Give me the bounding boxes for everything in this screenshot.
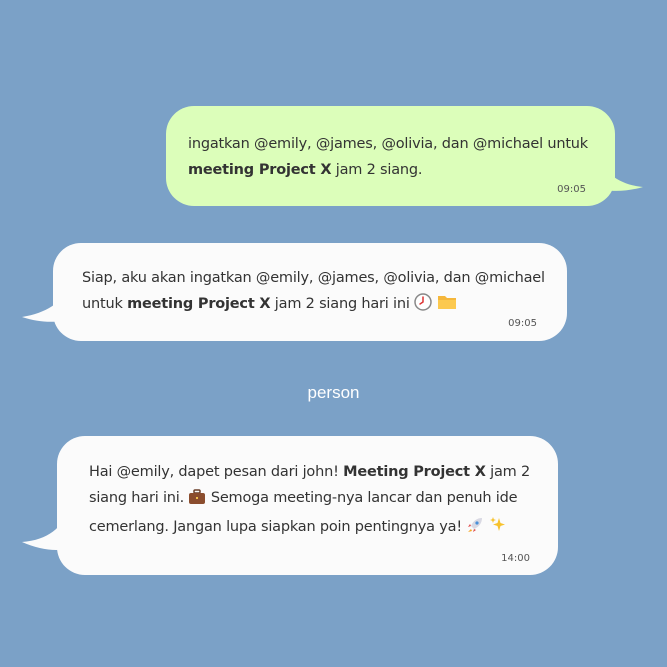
outgoing-message-bubble[interactable]: ingatkan @emily, @james, @olivia, dan @m…: [166, 106, 615, 206]
incoming-message-bubble[interactable]: Hai @emily, dapet pesan dari john! Meeti…: [57, 436, 558, 575]
briefcase-icon: [188, 488, 206, 514]
message-text: Hai @emily, dapet pesan dari john! Meeti…: [89, 459, 538, 543]
clock-icon: [414, 293, 432, 320]
message-timestamp: 09:05: [508, 318, 537, 329]
incoming-message-bubble[interactable]: Siap, aku akan ingatkan @emily, @james, …: [53, 243, 567, 341]
folder-icon: [437, 293, 457, 320]
sender-name: person: [307, 383, 360, 402]
rocket-icon: [466, 516, 484, 543]
message-text: ingatkan @emily, @james, @olivia, dan @m…: [188, 136, 588, 178]
message-timestamp: 14:00: [501, 553, 530, 564]
bubble-tail: [596, 155, 643, 191]
sparkles-icon: [489, 516, 507, 543]
message-timestamp: 09:05: [557, 184, 586, 195]
message-text: Siap, aku akan ingatkan @emily, @james, …: [82, 265, 547, 320]
